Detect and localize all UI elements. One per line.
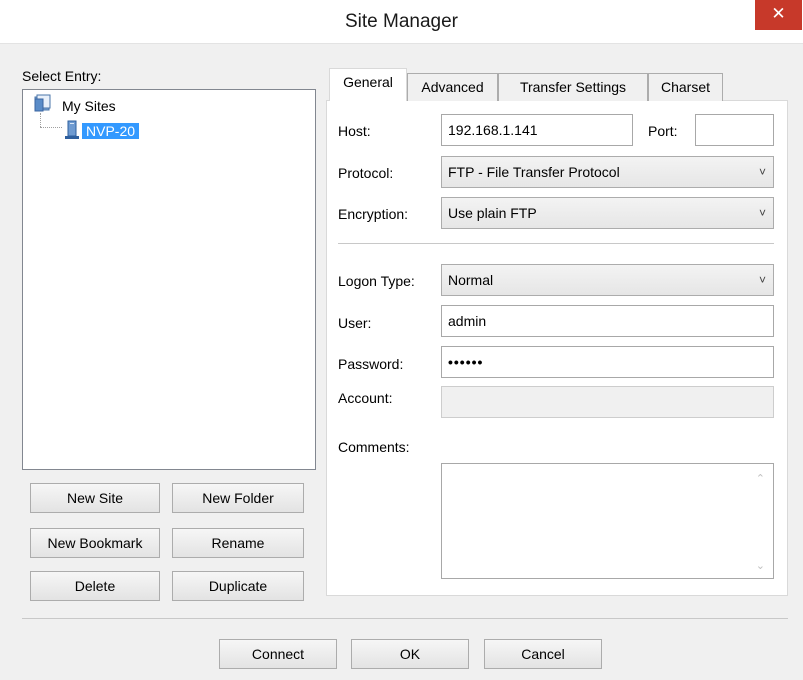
new-site-button[interactable]: New Site <box>30 483 160 513</box>
user-label: User: <box>338 315 372 331</box>
ok-button[interactable]: OK <box>351 639 469 669</box>
close-button[interactable]: ✕ <box>755 0 802 30</box>
new-bookmark-button[interactable]: New Bookmark <box>30 528 160 558</box>
chevron-down-icon: ˅ <box>758 206 766 220</box>
scroll-up-icon: ⌃ <box>755 473 765 485</box>
tab-transfer-settings[interactable]: Transfer Settings <box>498 73 648 101</box>
delete-button[interactable]: Delete <box>30 571 160 601</box>
scroll-down-icon: ⌄ <box>755 560 765 572</box>
port-input[interactable] <box>695 114 774 146</box>
tree-item-label: NVP-20 <box>82 123 140 139</box>
rename-button[interactable]: Rename <box>172 528 304 558</box>
protocol-value: FTP - File Transfer Protocol <box>448 164 620 180</box>
tree-item-label: My Sites <box>62 98 116 114</box>
logon-type-value: Normal <box>448 272 494 288</box>
site-manager-window: Site Manager ✕ Select Entry: My Sites NV… <box>0 0 803 680</box>
user-input[interactable]: admin <box>441 305 774 337</box>
footer-divider <box>22 618 788 619</box>
tab-charset[interactable]: Charset <box>648 73 723 101</box>
host-input[interactable]: 192.168.1.141 <box>441 114 633 146</box>
duplicate-button[interactable]: Duplicate <box>172 571 304 601</box>
account-label: Account: <box>338 390 393 406</box>
server-icon <box>65 120 79 139</box>
tab-general[interactable]: General <box>329 68 407 101</box>
protocol-select[interactable]: FTP - File Transfer Protocol ˅ <box>441 156 774 188</box>
port-label: Port: <box>648 123 678 139</box>
site-tree[interactable] <box>22 89 316 470</box>
window-title: Site Manager <box>344 11 458 32</box>
title-bar: Site Manager ✕ <box>0 0 803 44</box>
tree-connector <box>40 113 41 127</box>
select-entry-label: Select Entry: <box>22 68 102 84</box>
tree-item-nvp-20[interactable]: NVP-20 <box>82 121 140 141</box>
close-icon: ✕ <box>771 4 786 23</box>
comments-label: Comments: <box>338 439 410 455</box>
password-input[interactable]: •••••• <box>441 346 774 378</box>
logon-type-select[interactable]: Normal ˅ <box>441 264 774 296</box>
account-input <box>441 386 774 418</box>
host-label: Host: <box>338 123 371 139</box>
chevron-down-icon: ˅ <box>758 165 766 179</box>
password-label: Password: <box>338 356 404 372</box>
encryption-value: Use plain FTP <box>448 205 537 221</box>
divider <box>338 243 774 244</box>
comments-textarea[interactable]: ⌃ ⌄ <box>441 463 774 579</box>
logon-type-label: Logon Type: <box>338 273 415 289</box>
tree-item-my-sites[interactable]: My Sites <box>62 96 116 116</box>
new-folder-button[interactable]: New Folder <box>172 483 304 513</box>
encryption-select[interactable]: Use plain FTP ˅ <box>441 197 774 229</box>
tree-connector <box>40 127 62 128</box>
connect-button[interactable]: Connect <box>219 639 337 669</box>
tab-advanced[interactable]: Advanced <box>407 73 498 101</box>
protocol-label: Protocol: <box>338 165 394 181</box>
chevron-down-icon: ˅ <box>758 273 766 287</box>
cancel-button[interactable]: Cancel <box>484 639 602 669</box>
folder-icon <box>34 94 51 112</box>
encryption-label: Encryption: <box>338 206 409 222</box>
